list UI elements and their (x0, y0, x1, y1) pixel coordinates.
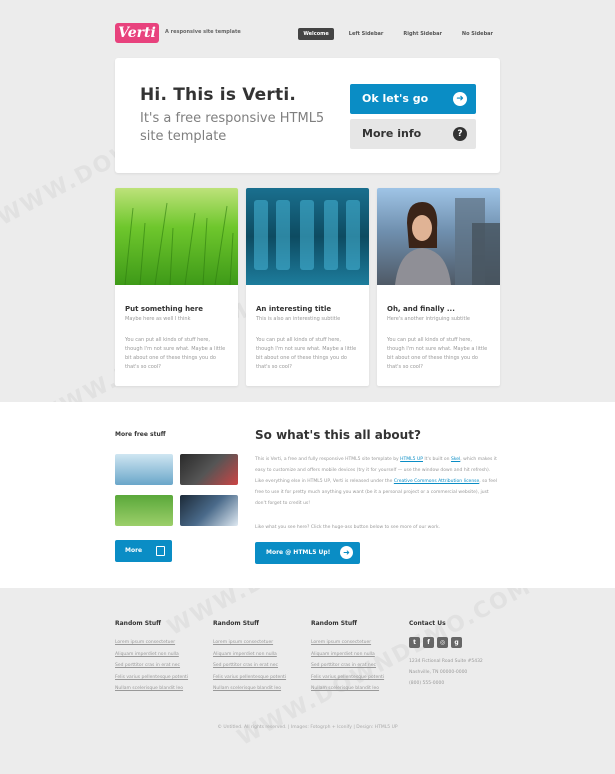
more-info-button[interactable]: More info ? (350, 119, 476, 149)
more-html5up-label: More @ HTML5 Up! (266, 549, 331, 556)
feature-subtitle: This is also an interesting subtitle (256, 316, 341, 322)
question-icon: ? (453, 127, 467, 141)
thumbnail[interactable] (115, 495, 173, 526)
grass-image[interactable] (115, 188, 238, 286)
server-image[interactable] (246, 188, 369, 285)
contact-title: Contact Us (409, 620, 446, 627)
feature-subtitle: Here's another intriguing subtitle (387, 316, 470, 322)
contact-column: Contact Us t f ◎ g 1234 Fictional Road S… (409, 620, 483, 689)
ok-lets-go-label: Ok let's go (362, 92, 429, 105)
footer-link[interactable]: Sed porttitor cras in erat nec (213, 660, 286, 672)
footer-column: Random Stuff Lorem ipsum consectetuer Al… (213, 620, 286, 695)
address-line: Nashville, TN 00000-0000 (409, 670, 468, 675)
skel-link[interactable]: Skel (451, 457, 460, 462)
dribbble-icon[interactable]: ◎ (437, 637, 448, 648)
google-plus-icon[interactable]: g (451, 637, 462, 648)
footer-column-title: Random Stuff (115, 620, 162, 627)
feature-subtitle: Maybe here as well I think (125, 316, 191, 322)
nav-no-sidebar[interactable]: No Sidebar (457, 28, 498, 40)
footer-link[interactable]: Aliquam imperdiet non nulla (213, 649, 286, 661)
arrow-right-icon: ➜ (340, 546, 353, 559)
phone-number: (800) 555-0000 (409, 681, 445, 686)
footer-link[interactable]: Lorem ipsum consectetuer (213, 637, 286, 649)
footer-link[interactable]: Sed porttitor cras in erat nec (115, 660, 188, 672)
feature-box: Oh, and finally ... Here's another intri… (377, 188, 500, 386)
footer-column-title: Random Stuff (213, 620, 260, 627)
ok-lets-go-button[interactable]: Ok let's go ➜ (350, 84, 476, 114)
feature-box: An interesting title This is also an int… (246, 188, 369, 386)
facebook-icon[interactable]: f (423, 637, 434, 648)
nav-right-sidebar[interactable]: Right Sidebar (398, 28, 447, 40)
footer-link[interactable]: Aliquam imperdiet non nulla (115, 649, 188, 661)
nav-left-sidebar[interactable]: Left Sidebar (344, 28, 389, 40)
address-line: 1234 Fictional Road Suite #5432 (409, 659, 483, 664)
footer-link[interactable]: Felis varius pellentesque potenti (311, 672, 384, 684)
copyright: © Untitled. All rights reserved. | Image… (217, 725, 398, 730)
footer-column-title: Random Stuff (311, 620, 358, 627)
feature-box: Put something here Maybe here as well I … (115, 188, 238, 386)
about-text: This is Verti, a free and fully responsi… (255, 457, 401, 462)
thumbnail[interactable] (180, 454, 238, 485)
footer-link[interactable]: Aliquam imperdiet non nulla (311, 649, 384, 661)
footer-link[interactable]: Nullam scelerisque blandit leo (311, 683, 384, 695)
banner-subtitle: It's a free responsive HTML5 site templa… (140, 111, 325, 144)
about-paragraph: This is Verti, a free and fully responsi… (255, 454, 500, 509)
more-html5up-button[interactable]: More @ HTML5 Up! ➜ (255, 542, 360, 564)
twitter-icon[interactable]: t (409, 637, 420, 648)
nav-welcome[interactable]: Welcome (298, 28, 334, 40)
feature-body: You can put all kinds of stuff here, tho… (256, 337, 357, 370)
footer-link[interactable]: Lorem ipsum consectetuer (115, 637, 188, 649)
copy-icon (156, 546, 165, 556)
footer-link[interactable]: Nullam scelerisque blandit leo (213, 683, 286, 695)
more-free-stuff-title: More free stuff (115, 431, 166, 438)
thumbnail[interactable] (180, 495, 238, 526)
banner-title: Hi. This is Verti. (140, 85, 297, 105)
banner: Hi. This is Verti. It's a free responsiv… (115, 58, 500, 173)
thumbnail[interactable] (115, 454, 173, 485)
about-paragraph-2: Like what you see here? Click the huge-a… (255, 525, 440, 530)
feature-body: You can put all kinds of stuff here, tho… (387, 337, 488, 370)
about-section: More free stuff More So what's this all … (0, 402, 615, 588)
footer-link[interactable]: Sed porttitor cras in erat nec (311, 660, 384, 672)
feature-title: An interesting title (256, 305, 332, 313)
social-icons: t f ◎ g (409, 637, 483, 648)
arrow-right-icon: ➜ (453, 92, 467, 106)
about-text: It's built on (422, 457, 451, 462)
footer-link[interactable]: Felis varius pellentesque potenti (115, 672, 188, 684)
footer-link[interactable]: Lorem ipsum consectetuer (311, 637, 384, 649)
feature-title: Oh, and finally ... (387, 305, 455, 313)
site-tagline: A responsive site template (165, 29, 241, 35)
footer-link[interactable]: Nullam scelerisque blandit leo (115, 683, 188, 695)
more-button[interactable]: More (115, 540, 172, 562)
about-title: So what's this all about? (255, 428, 421, 442)
more-info-label: More info (362, 127, 422, 140)
html5up-link[interactable]: HTML5 UP (400, 457, 423, 462)
feature-title: Put something here (125, 305, 204, 313)
more-button-label: More (125, 547, 143, 554)
site-header: Verti A responsive site template Welcome… (0, 0, 615, 60)
feature-body: You can put all kinds of stuff here, tho… (125, 337, 226, 370)
woman-image[interactable] (377, 188, 500, 285)
footer-column: Random Stuff Lorem ipsum consectetuer Al… (115, 620, 188, 695)
contact-address: 1234 Fictional Road Suite #5432 Nashvill… (409, 656, 483, 689)
main-nav: Welcome Left Sidebar Right Sidebar No Si… (298, 28, 498, 40)
footer-column: Random Stuff Lorem ipsum consectetuer Al… (311, 620, 384, 695)
logo[interactable]: Verti (115, 23, 159, 43)
cc-license-link[interactable]: Creative Commons Attribution license (394, 479, 479, 484)
footer-link[interactable]: Felis varius pellentesque potenti (213, 672, 286, 684)
